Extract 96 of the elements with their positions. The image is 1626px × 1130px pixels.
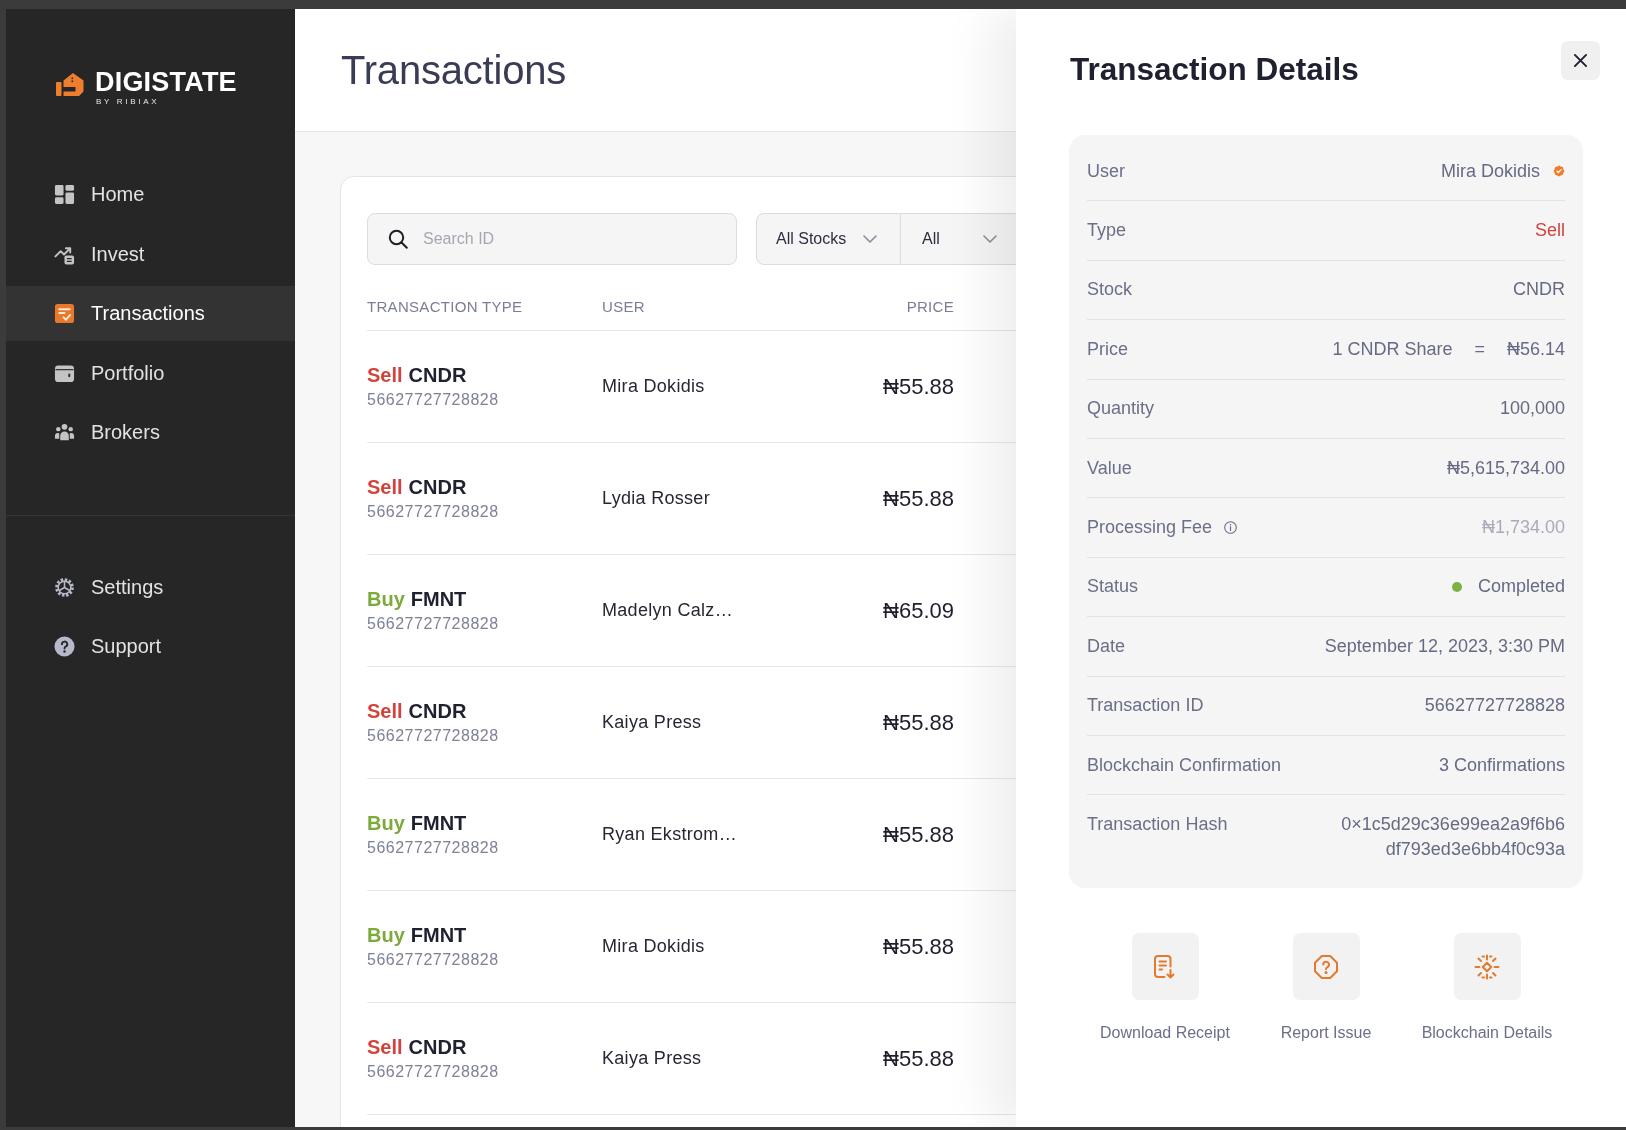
price: ₦55.88: [882, 485, 954, 512]
transaction-id: 56627727728828: [367, 725, 500, 746]
nav-item[interactable]: Portfolio: [6, 345, 295, 401]
stock-symbol: CNDR: [408, 363, 467, 387]
detail-label: Quantity: [1087, 398, 1155, 420]
diamond-rays-icon: [1453, 933, 1521, 1001]
filter-dropdown[interactable]: All: [901, 213, 1016, 265]
blockchain-details-button[interactable]: Blockchain Details: [1406, 933, 1568, 1044]
search-icon: [388, 229, 408, 249]
nav-item[interactable]: Settings: [6, 559, 295, 615]
detail-value: Mira Dokidis: [1440, 160, 1540, 182]
nav-item[interactable]: Transactions: [6, 286, 295, 341]
help-icon: [54, 636, 75, 657]
transaction-type: Buy: [367, 811, 405, 835]
detail-value: ₦1,734.00: [1481, 517, 1565, 539]
detail-value: CNDR: [1513, 279, 1565, 301]
stock-symbol: FMNT: [410, 923, 467, 947]
detail-label: Transaction Hash: [1087, 813, 1228, 837]
detail-label: Status: [1087, 576, 1139, 598]
transaction-type: Sell: [367, 363, 403, 387]
price: ₦55.88: [882, 709, 954, 736]
share-price: ₦56.14: [1506, 338, 1565, 360]
checklist-icon: [54, 303, 75, 324]
detail-value: 100,000: [1499, 398, 1565, 420]
close-icon: [1573, 53, 1588, 68]
info-icon: [1224, 521, 1238, 535]
user-name: Madelyn Calz…: [602, 600, 734, 621]
column-header: USER: [602, 297, 646, 317]
transaction-type: Buy: [367, 587, 405, 611]
stock-symbol: CNDR: [408, 699, 467, 723]
user-name: Mira Dokidis: [602, 936, 706, 957]
detail-label: Price: [1087, 338, 1128, 360]
price: ₦55.88: [882, 373, 954, 400]
download-receipt-button[interactable]: Download Receipt: [1084, 933, 1246, 1044]
stock-symbol: FMNT: [410, 587, 467, 611]
detail-label: User: [1087, 160, 1125, 182]
transaction-type: Sell: [367, 699, 403, 723]
detail-value: ₦5,615,734.00: [1446, 457, 1565, 479]
gear-icon: [54, 576, 75, 598]
column-header: PRICE: [905, 297, 954, 317]
transaction-id: 56627727728828: [367, 1061, 500, 1082]
report-issue-button[interactable]: Report Issue: [1245, 933, 1407, 1044]
chevron-down-icon: [863, 235, 877, 243]
wallet-icon: [54, 362, 75, 384]
price: ₦55.88: [882, 1045, 954, 1072]
nav-item[interactable]: Home: [6, 167, 295, 222]
detail-label: Stock: [1087, 279, 1133, 301]
stock-symbol: FMNT: [410, 811, 467, 835]
transaction-id: 56627727728828: [367, 837, 500, 858]
user-name: Mira Dokidis: [602, 376, 706, 397]
detail-value: Sell: [1535, 220, 1565, 242]
people-icon: [54, 422, 75, 443]
column-header: TRANSACTION TYPE: [367, 297, 524, 317]
equals-sign: =: [1474, 338, 1485, 360]
detail-value: 3 Confirmations: [1438, 754, 1565, 776]
transaction-type: Sell: [367, 1035, 403, 1059]
transaction-id: 56627727728828: [367, 501, 500, 522]
detail-label: Value: [1087, 457, 1132, 479]
transaction-hash: 0×1c5d29c36e99ea2a9f6b6df793ed3e6bb4f0c93a: [1340, 813, 1565, 862]
detail-label: Blockchain Confirmation: [1087, 754, 1282, 776]
user-name: Kaiya Press: [602, 712, 703, 733]
panel-title: Transaction Details: [1070, 50, 1359, 88]
page-title: Transactions: [341, 47, 567, 93]
nav-item[interactable]: Brokers: [6, 405, 295, 460]
dashboard-grid-icon: [54, 184, 75, 205]
price: ₦55.88: [882, 821, 954, 848]
nav-item[interactable]: Invest: [6, 226, 295, 282]
transaction-type: Buy: [367, 923, 405, 947]
house-logo-icon: [56, 71, 84, 98]
detail-label: Transaction ID: [1087, 695, 1204, 717]
transaction-id: 56627727728828: [367, 949, 500, 970]
brand-tagline: BY RIBIAX: [96, 97, 161, 107]
price: ₦55.88: [882, 933, 954, 960]
price: ₦65.09: [882, 597, 954, 624]
status-value: Completed: [1477, 576, 1565, 598]
user-name: Lydia Rosser: [602, 488, 711, 509]
stock-symbol: CNDR: [408, 1035, 467, 1059]
brand-name: DIGISTATE: [95, 67, 237, 97]
close-button[interactable]: [1561, 41, 1600, 80]
chevron-down-icon: [983, 235, 997, 243]
share-quantity: 1 CNDR Share: [1332, 338, 1453, 360]
user-name: Ryan Ekstrom…: [602, 824, 738, 845]
document-download-icon: [1131, 933, 1199, 1001]
detail-label: Date: [1087, 635, 1126, 657]
detail-label: Processing Fee: [1087, 517, 1213, 539]
filter-dropdown[interactable]: All Stocks: [756, 213, 901, 265]
stock-symbol: CNDR: [408, 475, 467, 499]
detail-value: 56627727728828: [1424, 695, 1565, 717]
transaction-id: 56627727728828: [367, 613, 500, 634]
detail-label: Type: [1087, 220, 1127, 242]
user-name: Kaiya Press: [602, 1048, 703, 1069]
transaction-id: 56627727728828: [367, 389, 500, 410]
search-field[interactable]: Search ID: [367, 213, 737, 265]
transaction-type: Sell: [367, 475, 403, 499]
nav-item[interactable]: Support: [6, 619, 295, 674]
detail-value: September 12, 2023, 3:30 PM: [1324, 635, 1565, 657]
